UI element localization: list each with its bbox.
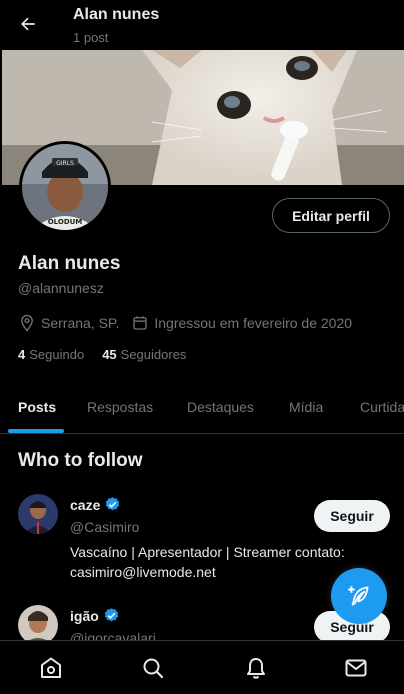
verified-badge-icon [104, 496, 121, 513]
who-to-follow-title: Who to follow [18, 450, 143, 471]
profile-tabs: Posts Respostas Destaques Mídia Curtidas [0, 382, 404, 434]
following-label: Seguindo [29, 347, 85, 362]
compose-feather-plus-icon [348, 586, 369, 606]
nav-messages-button[interactable] [343, 655, 369, 681]
suggestion-name-row[interactable]: caze [70, 496, 121, 513]
avatar-photo: GIRLS OLODUM [22, 144, 108, 230]
nav-notifications-button[interactable] [243, 655, 269, 681]
tab-curtidas[interactable]: Curtidas [360, 399, 404, 415]
nav-home-button[interactable] [38, 655, 64, 681]
follow-button[interactable]: Seguir [314, 500, 390, 532]
tab-posts[interactable]: Posts [18, 399, 56, 415]
tab-destaques[interactable]: Destaques [187, 399, 254, 415]
joined-item: Ingressou em fevereiro de 2020 [131, 314, 352, 332]
location-pin-icon [18, 314, 36, 332]
profile-name: Alan nunes [18, 253, 121, 274]
suggestion-handle: @igorcavalari [70, 630, 156, 640]
tab-respostas[interactable]: Respostas [87, 399, 153, 415]
search-icon [143, 658, 164, 679]
suggestion-name: igão [70, 607, 99, 624]
compose-post-button[interactable] [331, 568, 387, 624]
avatar-cap-text: GIRLS [56, 160, 74, 167]
bottom-navigation [0, 640, 404, 694]
suggestion-handle: @Casimiro [70, 519, 140, 535]
profile-handle: @alannunesz [18, 280, 104, 296]
followers-label: Seguidores [120, 347, 187, 362]
tab-midia[interactable]: Mídia [289, 399, 323, 415]
suggestion-name-row[interactable]: igão [70, 607, 120, 624]
home-icon [41, 657, 61, 678]
following-link[interactable]: 4 Seguindo [18, 347, 84, 362]
profile-avatar[interactable]: GIRLS OLODUM [19, 141, 111, 233]
suggestion-avatar-image [18, 494, 58, 534]
calendar-icon [131, 314, 149, 332]
nav-search-button[interactable] [140, 655, 166, 681]
avatar-shirt-text: OLODUM [48, 218, 83, 226]
suggestion-name: caze [70, 496, 101, 513]
followers-link[interactable]: 45 Seguidores [102, 347, 186, 362]
avatar[interactable] [18, 494, 58, 534]
active-tab-indicator [8, 429, 64, 433]
edit-profile-button[interactable]: Editar perfil [272, 198, 390, 233]
notifications-bell-icon [247, 658, 265, 679]
back-button[interactable] [14, 10, 42, 38]
profile-joined: Ingressou em fevereiro de 2020 [154, 315, 353, 331]
verified-badge-icon [103, 607, 120, 624]
profile-location: Serrana, SP. [41, 315, 120, 331]
suggestion-avatar-image [18, 605, 58, 640]
top-bar: Alan nunes 1 post [0, 0, 404, 50]
header-title: Alan nunes [73, 6, 160, 23]
messages-envelope-icon [345, 659, 367, 677]
avatar[interactable] [18, 605, 58, 640]
suggestion-bio: Vascaíno | Apresentador | Streamer conta… [70, 544, 345, 580]
profile-meta: Serrana, SP. Ingressou em fevereiro de 2… [18, 314, 364, 332]
follow-stats: 4 Seguindo 45 Seguidores [18, 347, 204, 362]
header-post-count: 1 post [73, 30, 109, 45]
location-item: Serrana, SP. [18, 314, 119, 332]
followers-count: 45 [102, 347, 117, 362]
arrow-left-icon [21, 17, 35, 31]
following-count: 4 [18, 347, 26, 362]
